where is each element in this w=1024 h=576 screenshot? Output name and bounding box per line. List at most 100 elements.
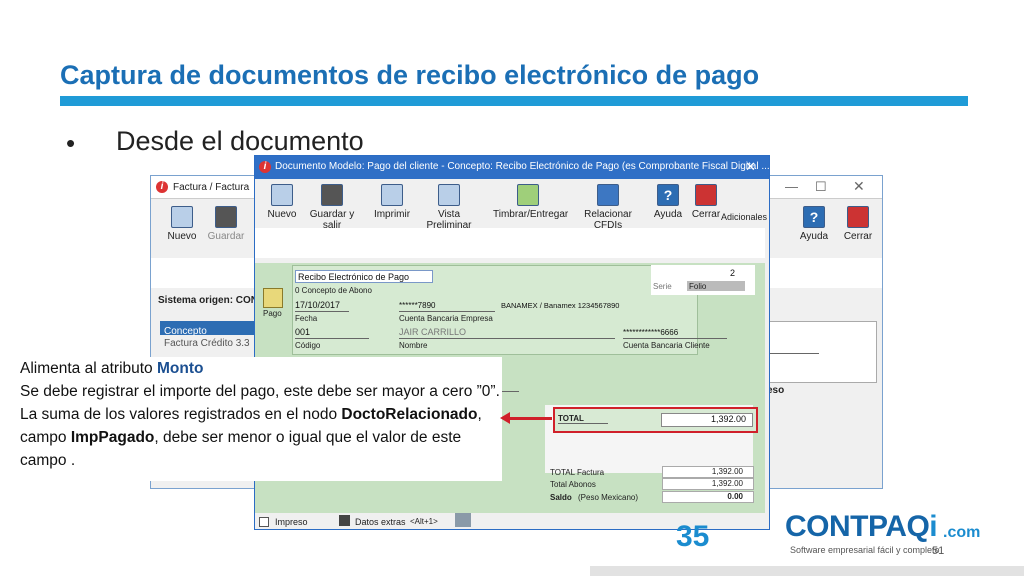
cuenta-cliente-label: Cuenta Bancaria Cliente (623, 341, 710, 350)
back-right-underline (767, 353, 819, 354)
front-window-title: Documento Modelo: Pago del cliente - Con… (275, 161, 770, 172)
fecha-underline (295, 311, 349, 312)
calculator-icon[interactable] (455, 513, 471, 527)
front-cerrar-label: Cerrar (691, 209, 721, 220)
total-abonos-box: 1,392.00 (662, 478, 754, 490)
codigo-underline (295, 338, 369, 339)
save-icon (321, 184, 343, 206)
relacionar-cfdis-button[interactable]: Relacionar CFDIs (571, 184, 645, 231)
logo-i: i (929, 510, 938, 543)
front-ayuda-label: Ayuda (653, 209, 683, 220)
back-ayuda-button[interactable]: ? Ayuda (791, 206, 837, 242)
logo-com: .com (943, 524, 981, 541)
callout-monto: Monto (157, 360, 204, 377)
concepto-input[interactable]: Recibo Electrónico de Pago (295, 270, 433, 283)
codigo-value[interactable]: 001 (295, 327, 310, 337)
concepto-header: Concepto (160, 321, 255, 337)
callout-body: Se debe registrar el importe del pago, e… (20, 380, 502, 472)
timbrar-entregar-button[interactable]: Timbrar/Entregar (493, 184, 568, 220)
total-value: 1,392.00 (710, 414, 746, 424)
back-guardar-button[interactable]: Guardar (203, 206, 249, 242)
page-number: 51 (932, 545, 945, 557)
pago-label: Pago (263, 309, 282, 318)
new-document-icon (271, 184, 293, 206)
folio-value: 2 (730, 268, 736, 278)
callout-arrow-head (500, 412, 510, 424)
timbrar-label: Timbrar/Entregar (493, 209, 569, 220)
total-factura-label: TOTAL Factura (550, 468, 605, 477)
contpaqi-logo: CONTPAQi (785, 510, 938, 544)
concepto-header-label: Concepto (164, 326, 207, 337)
datos-extras-icon[interactable] (339, 515, 350, 526)
cuenta-empresa-label: Cuenta Bancaria Empresa (399, 314, 493, 323)
total-abonos-value: 1,392.00 (711, 479, 743, 488)
back-right-panel (767, 321, 877, 383)
back-nuevo-label: Nuevo (167, 231, 197, 242)
banco-value: BANAMEX / Banamex 1234567890 (501, 301, 620, 310)
printer-icon (381, 184, 403, 206)
vista-preliminar-button[interactable]: Vista Preliminar (417, 184, 481, 231)
fecha-label: Fecha (295, 314, 318, 323)
bullet-marker: • (66, 128, 76, 158)
title-underline-bar (60, 96, 968, 106)
logo-slogan: Software empresarial fácil y completo (790, 545, 940, 555)
fecha-value[interactable]: 17/10/2017 (295, 300, 340, 310)
saldo-currency: (Peso Mexicano) (578, 493, 639, 502)
logo-word: CONTPAQ (785, 510, 930, 543)
back-guardar-label: Guardar (207, 231, 245, 242)
front-nuevo-button[interactable]: Nuevo (259, 184, 305, 220)
slide-title: Captura de documentos de recibo electrón… (60, 60, 760, 90)
front-window-titlebar: i Documento Modelo: Pago del cliente - C… (255, 156, 769, 179)
nombre-underline (399, 338, 615, 339)
saldo-label: Saldo (550, 493, 572, 502)
cuenta-cliente-underline (623, 338, 727, 339)
payment-icon (263, 288, 283, 308)
total-factura-value: 1,392.00 (711, 467, 743, 476)
nombre-label: Nombre (399, 341, 428, 350)
back-ayuda-label: Ayuda (799, 231, 829, 242)
imprimir-button[interactable]: Imprimir (369, 184, 415, 220)
saldo-value: 0.00 (727, 492, 743, 501)
close-window-icon[interactable]: ✕ (745, 159, 756, 175)
datos-extras-shortcut: <Alt+1> (410, 517, 438, 526)
back-cerrar-button[interactable]: Cerrar (835, 206, 881, 242)
preview-icon (438, 184, 460, 206)
bullet-text: Desde el documento (116, 126, 364, 156)
help-icon: ? (657, 184, 679, 206)
info-icon: i (259, 161, 271, 173)
save-icon (215, 206, 237, 228)
impreso-checkbox[interactable] (259, 517, 269, 527)
front-toolbar-strip (255, 228, 765, 258)
anniversary-logo: 35 (676, 520, 710, 553)
total-highlight-box: TOTAL 1,392.00 (553, 407, 758, 433)
cuenta-empresa-value[interactable]: ******7890 (399, 301, 435, 310)
datos-extras-label: Datos extras (355, 517, 406, 527)
total-abonos-label: Total Abonos (550, 480, 596, 489)
minimize-icon[interactable]: — (785, 179, 798, 194)
saldo-box: 0.00 (662, 491, 754, 503)
guardar-salir-button[interactable]: Guardar y salir (303, 184, 361, 231)
serie-label: Serie (653, 282, 672, 291)
callout-arrow-line (508, 417, 552, 420)
relate-icon (597, 184, 619, 206)
exit-icon (695, 184, 717, 206)
close-window-icon[interactable]: ✕ (853, 178, 865, 195)
folio-label: Folio (689, 282, 707, 291)
cuenta-empresa-underline (399, 311, 495, 312)
front-nuevo-label: Nuevo (267, 209, 297, 220)
callout-line1: Alimenta al atributo Monto (20, 357, 502, 380)
total-input[interactable]: 1,392.00 (661, 413, 753, 427)
maximize-icon[interactable]: ☐ (815, 179, 827, 195)
adicionales-tab[interactable]: Adicionales (721, 212, 767, 222)
sistema-origen-label: Sistema origen: CON (158, 295, 259, 306)
back-nuevo-button[interactable]: Nuevo (159, 206, 205, 242)
info-icon: i (156, 181, 168, 193)
help-icon: ? (803, 206, 825, 228)
concepto-label: 0 Concepto de Abono (295, 286, 372, 295)
total-label-underline (558, 423, 608, 424)
impreso-label: Impreso (275, 517, 308, 527)
cuenta-cliente-value[interactable]: ************6666 (623, 328, 678, 337)
callout-box: Alimenta al atributo Monto Se debe regis… (20, 357, 502, 481)
callout-docto: DoctoRelacionado (341, 406, 478, 423)
nombre-value[interactable]: JAIR CARRILLO (399, 327, 466, 337)
